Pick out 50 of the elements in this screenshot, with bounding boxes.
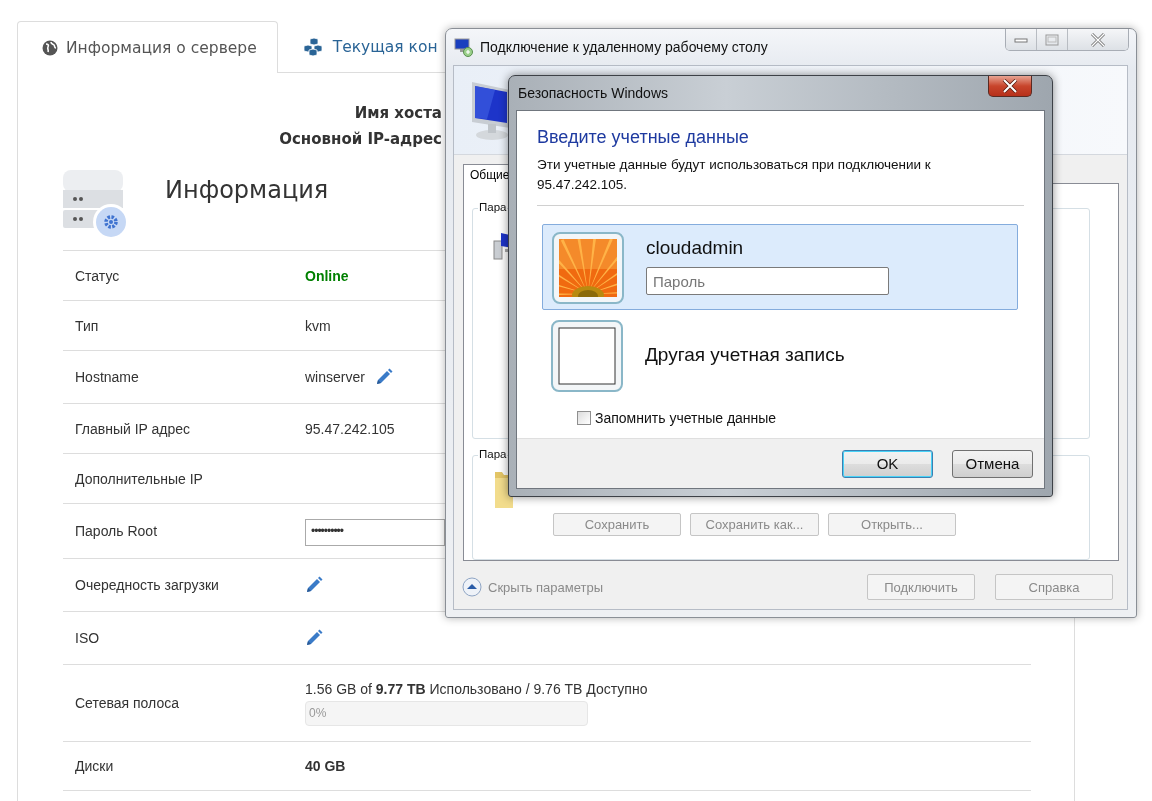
field-label: Сетевая полоса (74, 695, 180, 711)
field-value: 40 GB (305, 758, 346, 774)
field-value: 95.47.242.105 (305, 420, 395, 437)
field-label: ISO (74, 630, 101, 646)
checkbox-label: Запомнить учетные данные (595, 410, 777, 426)
group-label: Пара (478, 447, 508, 460)
password-field[interactable]: Пароль (646, 267, 889, 295)
field-label: Диски (74, 758, 115, 774)
tab[interactable]: Информация о сервере (17, 21, 278, 73)
account-name: cloudadmin (646, 237, 745, 259)
summary-label: Имя хоста (354, 103, 442, 124)
status-value: Online (305, 267, 349, 284)
field-label: Главный IP адрес (74, 420, 192, 437)
account-name: Другая учетная запись (645, 344, 845, 366)
summary-label: Основной IP-адрес (279, 129, 442, 150)
field-label: Тип (74, 317, 100, 334)
password-field[interactable]: •••••••••• (305, 518, 445, 546)
dialog-button[interactable]: Отмена (952, 449, 1033, 478)
pencil-icon[interactable] (305, 629, 323, 647)
field-label: Дополнительные IP (74, 470, 204, 487)
group-label: Пара (478, 201, 508, 213)
progress-reading: 0% (309, 705, 327, 720)
pencil-icon[interactable] (374, 368, 393, 386)
close-icon (1090, 32, 1106, 47)
dialog-heading: Введите учетные данные (537, 127, 750, 148)
close-icon (1002, 79, 1018, 93)
section-title: Информация (165, 176, 329, 204)
tab[interactable]: Текущая кон (277, 20, 439, 72)
blank-avatar-icon (551, 320, 623, 392)
minimize-icon (1014, 36, 1028, 43)
checkbox[interactable] (577, 411, 591, 425)
remote-desktop-icon (454, 37, 474, 57)
account-tile[interactable]: cloudadmin Пароль (542, 224, 1018, 310)
account-tile[interactable]: Другая учетная запись (542, 312, 1018, 398)
window-title: Подключение к удаленному рабочему столу (480, 39, 768, 55)
field-label: Hostname (74, 369, 140, 385)
field-label: Статус (74, 267, 121, 284)
usage-text: 1.56 GB of 9.77 TB Использовано / 9.76 TB Доступно (305, 680, 648, 697)
field-label: Очередность загрузки (74, 577, 220, 593)
close-button[interactable] (988, 76, 1032, 97)
maximize-icon (1045, 33, 1059, 46)
dialog-title: Безопасность Windows (518, 85, 668, 101)
field-value: kvm (305, 317, 331, 334)
description-text: Эти учетные данные будут использоваться при подключении к 95.47.242.105. (537, 156, 932, 194)
globe-icon (42, 39, 58, 56)
dialog-button[interactable]: OK (842, 449, 933, 478)
field-label: Пароль Root (74, 523, 159, 539)
pencil-icon[interactable] (305, 576, 323, 594)
cubes-icon (302, 37, 325, 56)
field-value: winserver (305, 369, 365, 385)
